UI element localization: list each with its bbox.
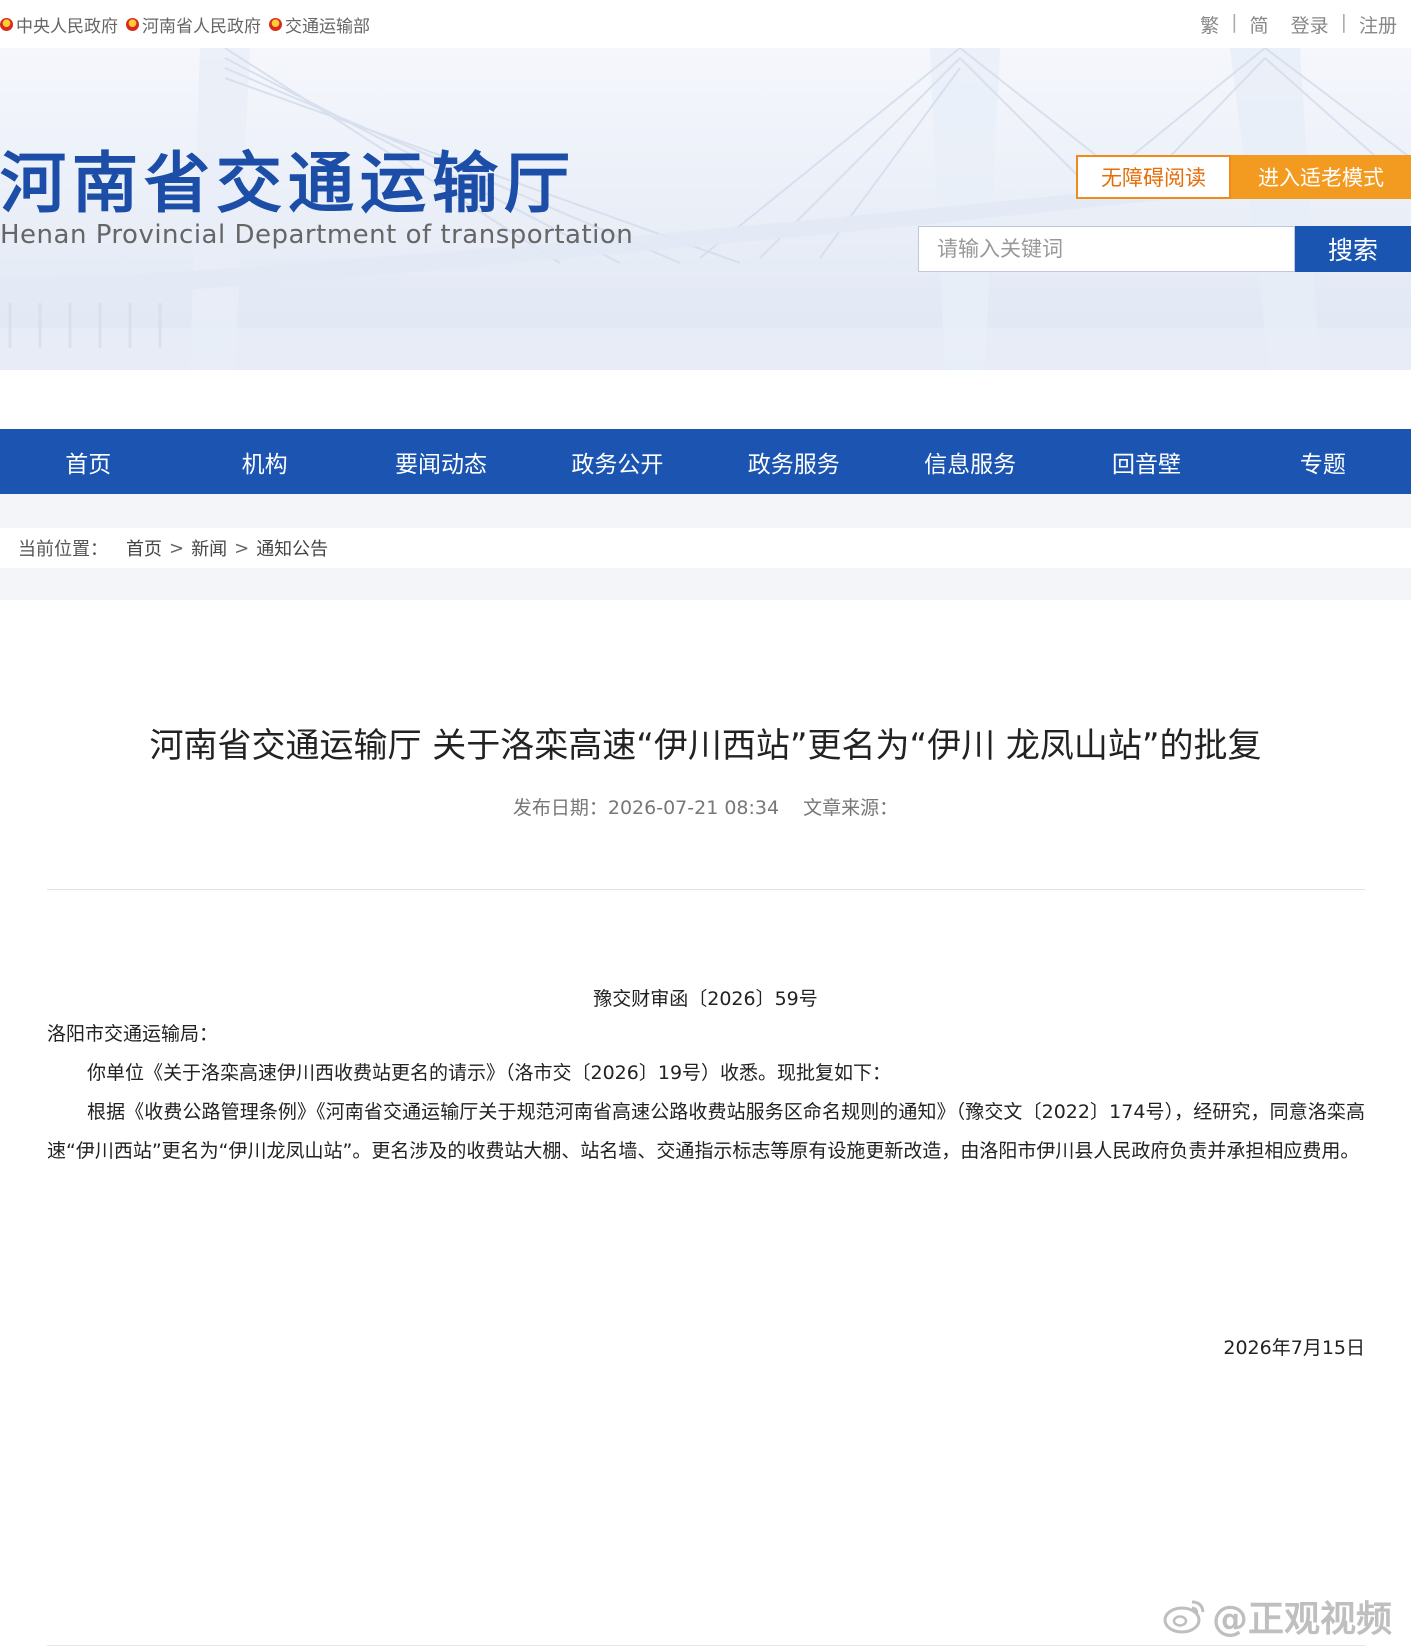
- breadcrumb-band: 当前位置： 首页 > 新闻 > 通知公告: [0, 494, 1411, 600]
- simplified-chinese-link[interactable]: 简: [1250, 11, 1269, 38]
- separator: |: [1340, 11, 1347, 33]
- search-input[interactable]: [918, 226, 1295, 272]
- bottom-divider: [47, 1645, 1365, 1646]
- document-number: 豫交财审函〔2026〕59号: [593, 988, 818, 1010]
- nav-item-gov-affairs[interactable]: 政务公开: [529, 429, 705, 494]
- breadcrumb-notices[interactable]: 通知公告: [256, 535, 328, 561]
- breadcrumb-label: 当前位置：: [18, 539, 108, 560]
- gov-link-mot[interactable]: 交通运输部: [269, 12, 370, 37]
- search-button[interactable]: 搜索: [1295, 226, 1411, 272]
- gov-link-label: 中央人民政府: [16, 17, 118, 37]
- weibo-logo-icon: [1163, 1600, 1205, 1634]
- breadcrumb-news[interactable]: 新闻: [191, 535, 227, 561]
- accessibility-button[interactable]: 无障碍阅读: [1076, 155, 1231, 199]
- main-nav: 首页 机构 要闻动态 政务公开 政务服务 信息服务 回音壁 专题: [0, 429, 1411, 494]
- gov-link-central[interactable]: 中央人民政府: [0, 12, 118, 37]
- article-paragraph: 根据《收费公路管理条例》《河南省交通运输厅关于规范河南省高速公路收费站服务区命名…: [47, 1101, 1365, 1162]
- nav-item-news[interactable]: 要闻动态: [353, 429, 529, 494]
- national-emblem-icon: [0, 18, 13, 31]
- top-right-links: 繁 | 简 登录 | 注册: [1200, 11, 1397, 38]
- nav-item-topics[interactable]: 专题: [1235, 429, 1411, 494]
- breadcrumb-home[interactable]: 首页: [126, 535, 162, 561]
- gov-link-henan[interactable]: 河南省人民政府: [126, 12, 261, 37]
- nav-item-organization[interactable]: 机构: [176, 429, 352, 494]
- site-title: 河南省交通运输厅: [0, 145, 576, 222]
- article-title: 河南省交通运输厅 关于洛栾高速“伊川西站”更名为“伊川 龙凤山站”的批复: [149, 726, 1262, 766]
- traditional-chinese-link[interactable]: 繁: [1200, 11, 1219, 38]
- article-source: 文章来源：: [803, 797, 899, 819]
- top-bar: 中央人民政府 河南省人民政府 交通运输部 繁 | 简 登录 | 注册: [0, 0, 1411, 48]
- breadcrumb-separator: >: [234, 537, 250, 559]
- nav-item-home[interactable]: 首页: [0, 429, 176, 494]
- national-emblem-icon: [126, 18, 139, 31]
- national-emblem-icon: [269, 18, 282, 31]
- breadcrumb-separator: >: [169, 537, 185, 559]
- breadcrumb: 当前位置： 首页 > 新闻 > 通知公告: [0, 528, 1411, 568]
- gov-links: 中央人民政府 河南省人民政府 交通运输部: [0, 12, 378, 37]
- nav-item-info-services[interactable]: 信息服务: [882, 429, 1058, 494]
- publish-date: 发布日期：2026-07-21 08:34: [512, 797, 780, 819]
- document-date: 2026年7月15日: [1223, 1337, 1365, 1359]
- nav-item-gov-services[interactable]: 政务服务: [706, 429, 882, 494]
- watermark-text: @正观视频: [1212, 1599, 1393, 1640]
- elder-mode-button[interactable]: 进入适老模式: [1231, 155, 1411, 199]
- gov-link-label: 河南省人民政府: [142, 17, 261, 37]
- header-banner: 河南省交通运输厅 Henan Provincial Department of …: [0, 48, 1411, 370]
- register-link[interactable]: 注册: [1359, 11, 1397, 38]
- addressee: 洛阳市交通运输局：: [47, 1023, 219, 1045]
- article-paragraph: 你单位《关于洛栾高速伊川西收费站更名的请示》（洛市交〔2026〕19号）收悉。现…: [87, 1062, 892, 1084]
- separator: |: [1231, 11, 1238, 33]
- nav-item-feedback[interactable]: 回音壁: [1058, 429, 1234, 494]
- login-link[interactable]: 登录: [1291, 11, 1329, 38]
- divider: [47, 889, 1365, 890]
- watermark: @正观视频: [1162, 1590, 1392, 1642]
- gov-link-label: 交通运输部: [285, 17, 370, 37]
- site-subtitle: Henan Provincial Department of transport…: [0, 220, 634, 250]
- article-meta: 发布日期：2026-07-21 08:34 文章来源：: [0, 793, 1411, 820]
